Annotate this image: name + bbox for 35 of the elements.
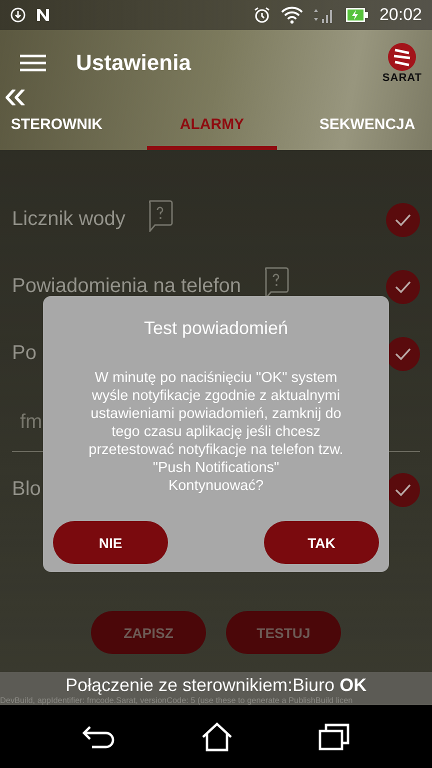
checkbox[interactable] (386, 270, 420, 304)
recents-icon[interactable] (318, 722, 350, 750)
wifi-icon (281, 6, 304, 24)
setting-label: Blo (12, 478, 41, 501)
logo-text: SARAT (382, 72, 422, 84)
dialog-title: Test powiadomień (144, 318, 288, 339)
alarm-icon (253, 6, 272, 24)
help-icon[interactable] (263, 266, 290, 298)
back-icon[interactable]: « (0, 84, 26, 110)
connection-status: Połączenie ze sterownikiem:Biuro OK (65, 675, 367, 696)
clock-time: 20:02 (379, 5, 422, 25)
checkbox[interactable] (386, 202, 420, 236)
help-icon[interactable] (147, 200, 174, 232)
check-icon (394, 346, 412, 360)
tab[interactable]: SEKWENCJA (302, 110, 432, 150)
menu-icon[interactable] (20, 54, 46, 72)
tab[interactable]: STEROWNIK (0, 110, 122, 150)
setting-label: Po (12, 342, 36, 365)
dialog-message: W minutę po naciśnięciu "OK" system wyśle notyfikacje zgodnie z aktualnymi ustawieniami powiadomień, zamknij do tego czasu aplikację jeśli chcesz przetestować notyfikacje na telefon tzw. "Push Notifications" Kontynuować? (88, 369, 344, 495)
logo-icon (387, 42, 418, 72)
dialog-button[interactable]: TAK (264, 521, 379, 564)
download-icon (10, 7, 26, 23)
check-icon (394, 212, 412, 226)
check-icon (394, 280, 412, 294)
dialog-button[interactable]: NIE (53, 521, 168, 564)
battery-icon (345, 7, 370, 23)
screen-title: Ustawienia (76, 50, 192, 76)
n-logo-icon (36, 8, 50, 22)
checkbox[interactable] (386, 336, 420, 370)
home-icon[interactable] (200, 722, 233, 752)
checkbox[interactable] (386, 472, 420, 506)
setting-label: Licznik wody (12, 208, 126, 231)
setting-label: Powiadomienia na telefon (12, 275, 242, 298)
check-icon (394, 482, 412, 496)
back-nav-icon[interactable] (82, 724, 116, 750)
